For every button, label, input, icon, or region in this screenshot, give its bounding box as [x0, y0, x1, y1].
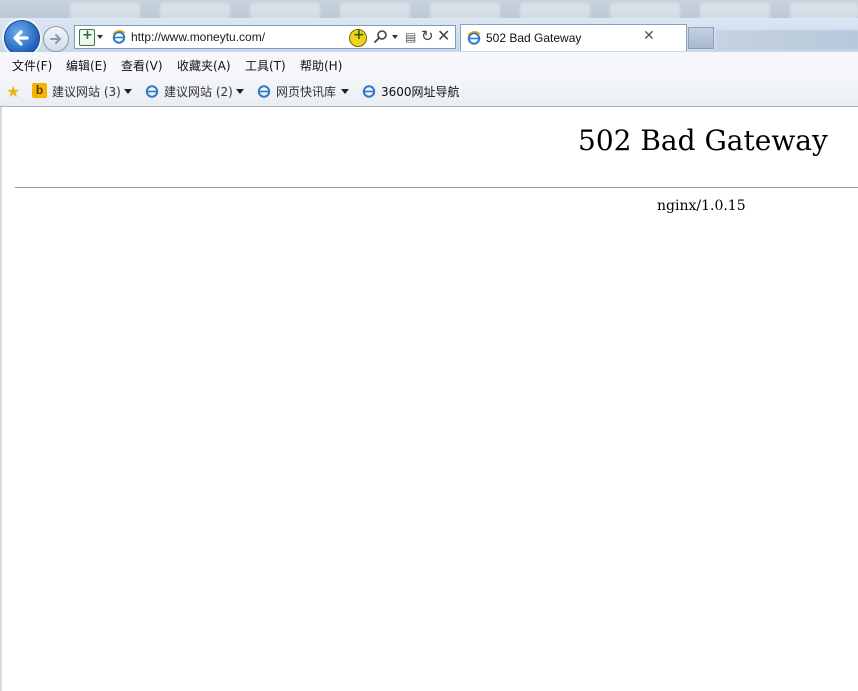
favorite-suggested-sites-1[interactable]: 建议网站 (3) [52, 83, 121, 100]
page-icon[interactable]: ▤ [405, 30, 416, 44]
dropdown-arrow-icon[interactable] [236, 89, 244, 94]
compatibility-view-icon[interactable] [349, 27, 367, 47]
search-icon[interactable] [373, 29, 389, 45]
menu-help[interactable]: 帮助(H) [300, 57, 342, 74]
bing-icon: b [32, 83, 47, 98]
ie-icon [145, 85, 159, 98]
background-tab [340, 3, 410, 19]
favorite-web-slice-gallery[interactable]: 网页快讯库 [276, 83, 336, 100]
tab-active[interactable]: 502 Bad Gateway ✕ [460, 24, 687, 51]
background-tab [520, 3, 590, 19]
menu-file[interactable]: 文件(F) [12, 57, 52, 74]
background-tab [700, 3, 770, 19]
favorites-bar: ★ b 建议网站 (3) 建议网站 (2) 网页快讯库 3600网址导航 [0, 78, 858, 107]
favorite-suggested-sites-2[interactable]: 建议网站 (2) [164, 83, 233, 100]
blurred-toolbar-area [716, 30, 858, 50]
error-heading: 502 Bad Gateway [578, 124, 828, 157]
background-tab [790, 3, 858, 19]
menu-tools[interactable]: 工具(T) [245, 57, 286, 74]
favorites-star-icon[interactable]: ★ [6, 82, 20, 101]
arrow-right-icon [50, 34, 61, 44]
ie-page-icon [112, 30, 126, 44]
background-tab [160, 3, 230, 19]
url-input[interactable]: http://www.moneytu.com/ [131, 30, 265, 44]
forward-button[interactable] [43, 26, 69, 52]
background-tab [70, 3, 140, 19]
page-content: 502 Bad Gateway nginx/1.0.15 [0, 107, 858, 691]
background-tab [430, 3, 500, 19]
close-icon[interactable]: ✕ [643, 28, 655, 44]
ie-tab-icon [467, 31, 481, 45]
menu-edit[interactable]: 编辑(E) [66, 57, 107, 74]
ie-icon [257, 85, 271, 98]
back-button[interactable] [4, 20, 40, 56]
divider [15, 187, 858, 188]
dropdown-arrow-icon[interactable] [124, 89, 132, 94]
dropdown-arrow-icon[interactable] [97, 35, 103, 39]
address-bar[interactable]: http://www.moneytu.com/ ▤ ↻ ✕ [74, 25, 456, 49]
search-dropdown-icon[interactable] [392, 35, 398, 39]
background-tab [610, 3, 680, 19]
stop-icon[interactable]: ✕ [437, 26, 450, 45]
tab-title: 502 Bad Gateway [486, 31, 582, 45]
background-tab [250, 3, 320, 19]
menu-bar: 文件(F) 编辑(E) 查看(V) 收藏夹(A) 工具(T) 帮助(H) [0, 52, 858, 79]
shield-plus-icon[interactable] [79, 28, 95, 46]
dropdown-arrow-icon[interactable] [341, 89, 349, 94]
menu-favorites[interactable]: 收藏夹(A) [177, 57, 231, 74]
favorite-3600-navigation[interactable]: 3600网址导航 [381, 83, 460, 100]
menu-view[interactable]: 查看(V) [121, 57, 163, 74]
refresh-icon[interactable]: ↻ [421, 27, 434, 45]
new-tab-button[interactable] [688, 27, 714, 49]
navigation-bar: http://www.moneytu.com/ ▤ ↻ ✕ 502 Bad Ga… [0, 18, 858, 56]
ie-icon [362, 85, 376, 98]
server-signature: nginx/1.0.15 [657, 198, 746, 214]
arrow-left-icon [13, 30, 29, 46]
